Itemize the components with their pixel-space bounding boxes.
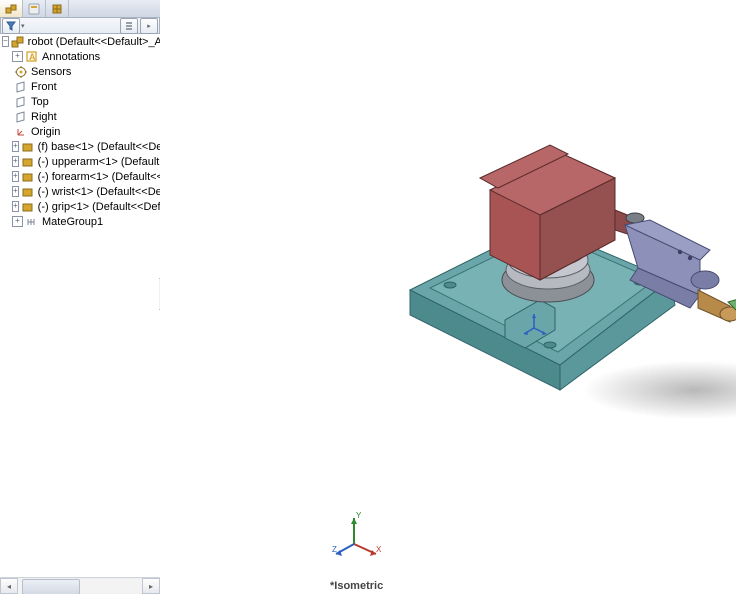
tree-expand-button[interactable]: ▸ bbox=[140, 18, 158, 34]
expand-icon[interactable]: + bbox=[12, 186, 19, 197]
tree-item-annotations[interactable]: + A Annotations bbox=[0, 49, 160, 64]
tree-item-origin[interactable]: Origin bbox=[0, 124, 160, 139]
feature-manager-tree[interactable]: − robot (Default<<Default>_Appe + A Anno… bbox=[0, 34, 161, 574]
plane-icon bbox=[14, 80, 28, 94]
tree-item-top[interactable]: Top bbox=[0, 94, 160, 109]
tree-item-right[interactable]: Right bbox=[0, 109, 160, 124]
chevron-right-icon: ▸ bbox=[147, 22, 151, 30]
tree-label: Front bbox=[30, 81, 57, 93]
collapse-icon[interactable]: − bbox=[2, 36, 9, 47]
tree-label: (f) base<1> (Default<<Defaul bbox=[37, 141, 161, 153]
part-icon bbox=[21, 200, 35, 214]
tree-item-grip[interactable]: + (-) grip<1> (Default<<Defaul bbox=[0, 199, 160, 214]
scroll-thumb[interactable] bbox=[22, 579, 80, 594]
tree-filter-bar: ▾ ▸ bbox=[0, 17, 160, 34]
svg-text:A: A bbox=[29, 52, 36, 62]
mates-icon bbox=[25, 215, 39, 229]
scroll-left-button[interactable]: ◂ bbox=[0, 578, 18, 594]
tree-label: MateGroup1 bbox=[41, 216, 103, 228]
expand-icon[interactable]: + bbox=[12, 201, 19, 212]
tree-item-front[interactable]: Front bbox=[0, 79, 160, 94]
tree-item-forearm[interactable]: + (-) forearm<1> (Default<<D bbox=[0, 169, 160, 184]
assembly-icon bbox=[4, 2, 18, 16]
tree-item-base[interactable]: + (f) base<1> (Default<<Defaul bbox=[0, 139, 160, 154]
tree-label: (-) forearm<1> (Default<<D bbox=[37, 171, 161, 183]
scroll-right-button[interactable]: ▸ bbox=[142, 578, 160, 594]
tree-label: (-) wrist<1> (Default<<Defau bbox=[37, 186, 161, 198]
annotations-icon: A bbox=[25, 50, 39, 64]
panel-tabs bbox=[0, 0, 160, 18]
funnel-icon bbox=[6, 21, 16, 31]
tree-item-wrist[interactable]: + (-) wrist<1> (Default<<Defau bbox=[0, 184, 160, 199]
graphics-area[interactable]: Y X Z *Isometric bbox=[160, 0, 736, 594]
part-wrist bbox=[698, 290, 736, 322]
view-orientation-triad: Y X Z bbox=[332, 510, 382, 560]
expand-icon[interactable]: + bbox=[12, 156, 19, 167]
model-robot bbox=[390, 130, 736, 390]
tree-label: Origin bbox=[30, 126, 60, 138]
tree-label: Sensors bbox=[30, 66, 71, 78]
tree-label: Top bbox=[30, 96, 49, 108]
config-icon bbox=[50, 2, 64, 16]
tree-label: Right bbox=[30, 111, 57, 123]
view-name-label: *Isometric bbox=[330, 580, 383, 592]
part-icon bbox=[21, 140, 35, 154]
list-icon bbox=[124, 21, 134, 31]
tree-hscrollbar[interactable]: ◂ ▸ bbox=[0, 577, 160, 594]
assembly-icon bbox=[11, 35, 25, 49]
expand-icon[interactable]: + bbox=[12, 171, 19, 182]
expand-icon[interactable]: + bbox=[12, 216, 23, 227]
property-icon bbox=[27, 2, 41, 16]
tab-feature-manager[interactable] bbox=[0, 0, 23, 18]
expand-icon[interactable]: + bbox=[12, 51, 23, 62]
part-icon bbox=[21, 185, 35, 199]
sensors-icon bbox=[14, 65, 28, 79]
svg-text:X: X bbox=[376, 545, 382, 554]
filter-button[interactable] bbox=[2, 18, 20, 34]
tree-item-upperarm[interactable]: + (-) upperarm<1> (Default<< bbox=[0, 154, 160, 169]
tree-item-sensors[interactable]: Sensors bbox=[0, 64, 160, 79]
tree-label: (-) upperarm<1> (Default<< bbox=[37, 156, 161, 168]
svg-text:Y: Y bbox=[356, 511, 362, 520]
chevron-down-icon: ▾ bbox=[21, 22, 25, 30]
tree-display-button[interactable] bbox=[120, 18, 138, 34]
tab-configuration-manager[interactable] bbox=[46, 0, 69, 17]
expand-icon[interactable]: + bbox=[12, 141, 19, 152]
tab-property-manager[interactable] bbox=[23, 0, 46, 17]
scroll-track[interactable] bbox=[18, 579, 142, 593]
tree-label: Annotations bbox=[41, 51, 100, 63]
app-root: ▾ ▸ − robot (Default<<Default>_Appe + A … bbox=[0, 0, 736, 594]
part-icon bbox=[21, 155, 35, 169]
tree-root[interactable]: − robot (Default<<Default>_Appe bbox=[0, 34, 160, 49]
part-icon bbox=[21, 170, 35, 184]
tree-item-mates[interactable]: + MateGroup1 bbox=[0, 214, 160, 229]
tree-label: (-) grip<1> (Default<<Defaul bbox=[37, 201, 161, 213]
svg-text:Z: Z bbox=[332, 545, 337, 554]
plane-icon bbox=[14, 110, 28, 124]
tree-root-label: robot (Default<<Default>_Appe bbox=[27, 36, 161, 48]
origin-icon bbox=[14, 125, 28, 139]
plane-icon bbox=[14, 95, 28, 109]
